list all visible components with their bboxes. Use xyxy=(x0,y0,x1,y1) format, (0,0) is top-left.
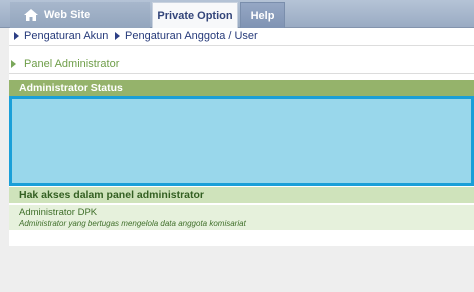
submenu-pengaturan-akun[interactable]: Pengaturan Akun xyxy=(14,30,108,42)
submenu-label: Pengaturan Akun xyxy=(24,30,109,42)
arrow-right-icon xyxy=(115,32,120,40)
status-content-box xyxy=(9,96,474,186)
panel-title-text: Panel Administrator xyxy=(24,58,120,70)
arrow-right-icon xyxy=(14,32,19,40)
tab-web-site-label: Web Site xyxy=(44,9,91,21)
tab-web-site[interactable]: Web Site xyxy=(10,2,150,28)
tab-private-option-label: Private Option xyxy=(157,9,233,22)
access-role-description: Administrator yang bertugas mengelola da… xyxy=(19,219,246,228)
home-icon xyxy=(24,9,38,21)
top-nav-bar: Web Site Private Option Help xyxy=(0,0,474,28)
access-rights-header: Hak akses dalam panel administrator xyxy=(9,187,474,203)
access-rights-row: Administrator DPK Administrator yang ber… xyxy=(9,205,474,230)
submenu-pengaturan-anggota[interactable]: Pengaturan Anggota / User xyxy=(115,30,258,42)
divider xyxy=(9,73,474,74)
status-header: Administrator Status xyxy=(9,80,474,96)
panel-title: Panel Administrator xyxy=(11,58,119,70)
access-role-name: Administrator DPK xyxy=(19,207,98,218)
main-panel: Pengaturan Akun Pengaturan Anggota / Use… xyxy=(9,28,474,246)
submenu-bar: Pengaturan Akun Pengaturan Anggota / Use… xyxy=(9,28,474,46)
tab-help-label: Help xyxy=(250,9,275,22)
tab-private-option[interactable]: Private Option xyxy=(152,2,238,28)
submenu-label: Pengaturan Anggota / User xyxy=(125,30,258,42)
arrow-right-icon xyxy=(11,60,16,68)
tab-help[interactable]: Help xyxy=(240,2,285,28)
